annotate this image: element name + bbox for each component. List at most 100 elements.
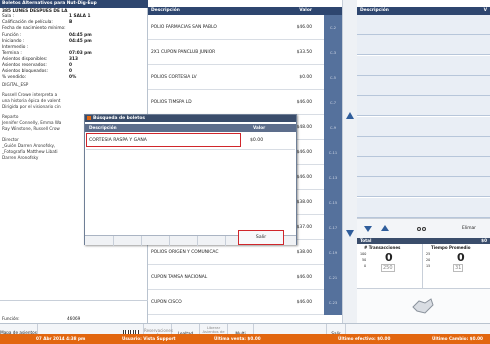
payment-area[interactable] <box>357 288 490 323</box>
table-header: Descripción Valor <box>148 7 342 15</box>
panel-title: Boletos Alternativos para Nut-Dig-Eup <box>0 0 148 8</box>
order-line[interactable] <box>357 96 490 117</box>
handshake-icon <box>412 298 434 314</box>
info-value: 0% <box>69 75 77 80</box>
ticket-code: C-13 <box>324 165 342 190</box>
funcion-value: 46069 <box>67 316 81 321</box>
info-key: Fecha de nacimiento mínimo: <box>2 26 66 31</box>
ticket-price: $33.50 <box>296 50 312 55</box>
order-line[interactable] <box>357 157 490 178</box>
ticket-price: $37.00 <box>296 225 312 230</box>
order-line[interactable] <box>357 55 490 76</box>
ticket-description: 2X1 CUPON PANCLUB JUNIOR <box>151 50 216 55</box>
result-value: $0.00 <box>250 138 264 143</box>
dialog-col-description: Descripción <box>89 125 117 130</box>
status-datetime: 07 Abr 2014 4:38 pm <box>36 336 86 341</box>
director-label: Director <box>2 137 19 142</box>
info-key: Sala : <box>2 14 15 19</box>
avg-time-value: 0 <box>457 251 465 264</box>
gauge-tick: 50 <box>362 258 367 262</box>
info-row: % vendido: 0% <box>2 75 146 81</box>
ticket-price: $46.00 <box>296 100 312 105</box>
dialog-title: Búsqueda de boletos <box>85 115 296 122</box>
divider <box>86 149 295 150</box>
ticket-code: C-7 <box>324 90 342 115</box>
info-value: 04:45 pm <box>69 39 92 44</box>
ticket-price: $46.00 <box>296 300 312 305</box>
info-key: % vendido: <box>2 75 27 80</box>
info-key: Iniciando : <box>2 39 25 44</box>
info-value: 04:45 pm <box>69 33 92 38</box>
header-description: Descripción <box>151 8 180 13</box>
order-line[interactable] <box>357 35 490 56</box>
ticket-price: $38.00 <box>296 200 312 205</box>
gauge-tick: 100 <box>360 252 367 256</box>
ticket-type-row[interactable]: 2X1 CUPON PANCLUB JUNIOR $33.50 C-3 <box>148 40 342 65</box>
director-line: _Guión Darren Aronofsky, <box>2 143 56 148</box>
order-line[interactable] <box>357 15 490 35</box>
ticket-type-row[interactable]: CUPON TAMSA NACIONAL $46.00 C-21 <box>148 265 342 290</box>
info-key: Asientos disponibles: <box>2 57 48 62</box>
synopsis-line: una historia épica de valent <box>2 98 61 103</box>
order-line[interactable] <box>357 136 490 157</box>
order-header-value: V <box>483 8 487 13</box>
ticket-price: $48.00 <box>296 125 312 130</box>
info-key: Asientos reservados: <box>2 63 47 68</box>
order-panel: Descripción V Elimar Total $0 # Transacc… <box>357 0 490 323</box>
info-value: 0 <box>69 69 72 74</box>
ticket-code: C-3 <box>324 40 342 65</box>
ticket-price: $46.00 <box>296 150 312 155</box>
order-line[interactable] <box>357 197 490 218</box>
avg-time-label: Tiempo Promedio <box>431 245 471 250</box>
ticket-code: C-23 <box>324 290 342 315</box>
ticket-type-row[interactable]: POLIOS CORTESIA LV $0.00 C-5 <box>148 65 342 90</box>
info-value: B <box>69 20 73 25</box>
ticket-description: POLIOS TIMSPA LD <box>151 100 192 105</box>
scroll-up-icon[interactable] <box>346 112 354 119</box>
ticket-price: $0.00 <box>299 75 312 80</box>
ticket-description: POLIO FARMACIAS SAN PABLO <box>151 25 217 30</box>
ticket-type-row[interactable]: POLIOS TIMSPA LD $46.00 C-7 <box>148 90 342 115</box>
ticket-price: $46.00 <box>296 275 312 280</box>
ticket-type-row[interactable]: POLIO FARMACIAS SAN PABLO $46.00 C-2 <box>148 15 342 40</box>
status-last-change: Último Cambio: $0.00 <box>432 336 483 341</box>
dialog-column-header: Descripción Valor <box>85 124 296 132</box>
glasses-icon[interactable] <box>417 224 427 232</box>
scroll-down-icon[interactable] <box>346 230 354 237</box>
info-key: Asientos bloqueados: <box>2 69 48 74</box>
dialog-col-value: Valor <box>253 125 266 130</box>
info-key: Termina : <box>2 51 22 56</box>
gauge-tick: 20 <box>426 258 431 262</box>
info-value: 1 SALA 1 <box>69 14 91 19</box>
total-label: Total <box>360 238 372 243</box>
ticket-code: C-21 <box>324 265 342 290</box>
avg-time-small: 31 <box>453 264 464 272</box>
info-key: Función : <box>2 33 22 38</box>
move-down-icon[interactable] <box>364 226 372 232</box>
ticket-code: C-9 <box>324 115 342 140</box>
dialog-app-icon <box>87 116 91 120</box>
gauge-tick: 15 <box>426 264 431 268</box>
header-value: Valor <box>299 8 312 13</box>
gauge-tick: 0 <box>364 264 367 268</box>
status-last-sale: Última venta: $0.00 <box>214 336 261 341</box>
format-label: DIGITAL_ESP <box>2 82 29 87</box>
exit-button[interactable]: Salir <box>238 230 284 245</box>
delete-button[interactable]: Elimar <box>462 226 476 231</box>
order-line[interactable] <box>357 116 490 137</box>
exit-button-label: Salir <box>255 235 267 240</box>
ticket-code: C-15 <box>324 190 342 215</box>
transactions-gauge: # Transacciones 100 50 0 0 250 <box>357 244 423 288</box>
order-header-description: Descripción <box>360 8 389 13</box>
order-line[interactable] <box>357 75 490 96</box>
ticket-type-row[interactable]: CUPON CISCO $46.00 C-23 <box>148 290 342 315</box>
move-up-icon[interactable] <box>381 225 389 231</box>
ticket-code: C-2 <box>324 15 342 40</box>
result-row-selected[interactable]: CORTESIA RASPA Y GANA <box>86 133 241 147</box>
transactions-small: 250 <box>381 264 395 272</box>
info-value: 07:03 pm <box>69 51 92 56</box>
order-line[interactable] <box>357 177 490 198</box>
ticket-price: $46.00 <box>296 25 312 30</box>
ticket-description: CUPON TAMSA NACIONAL <box>151 275 208 280</box>
director-line: Darren Aronofsky <box>2 155 39 160</box>
